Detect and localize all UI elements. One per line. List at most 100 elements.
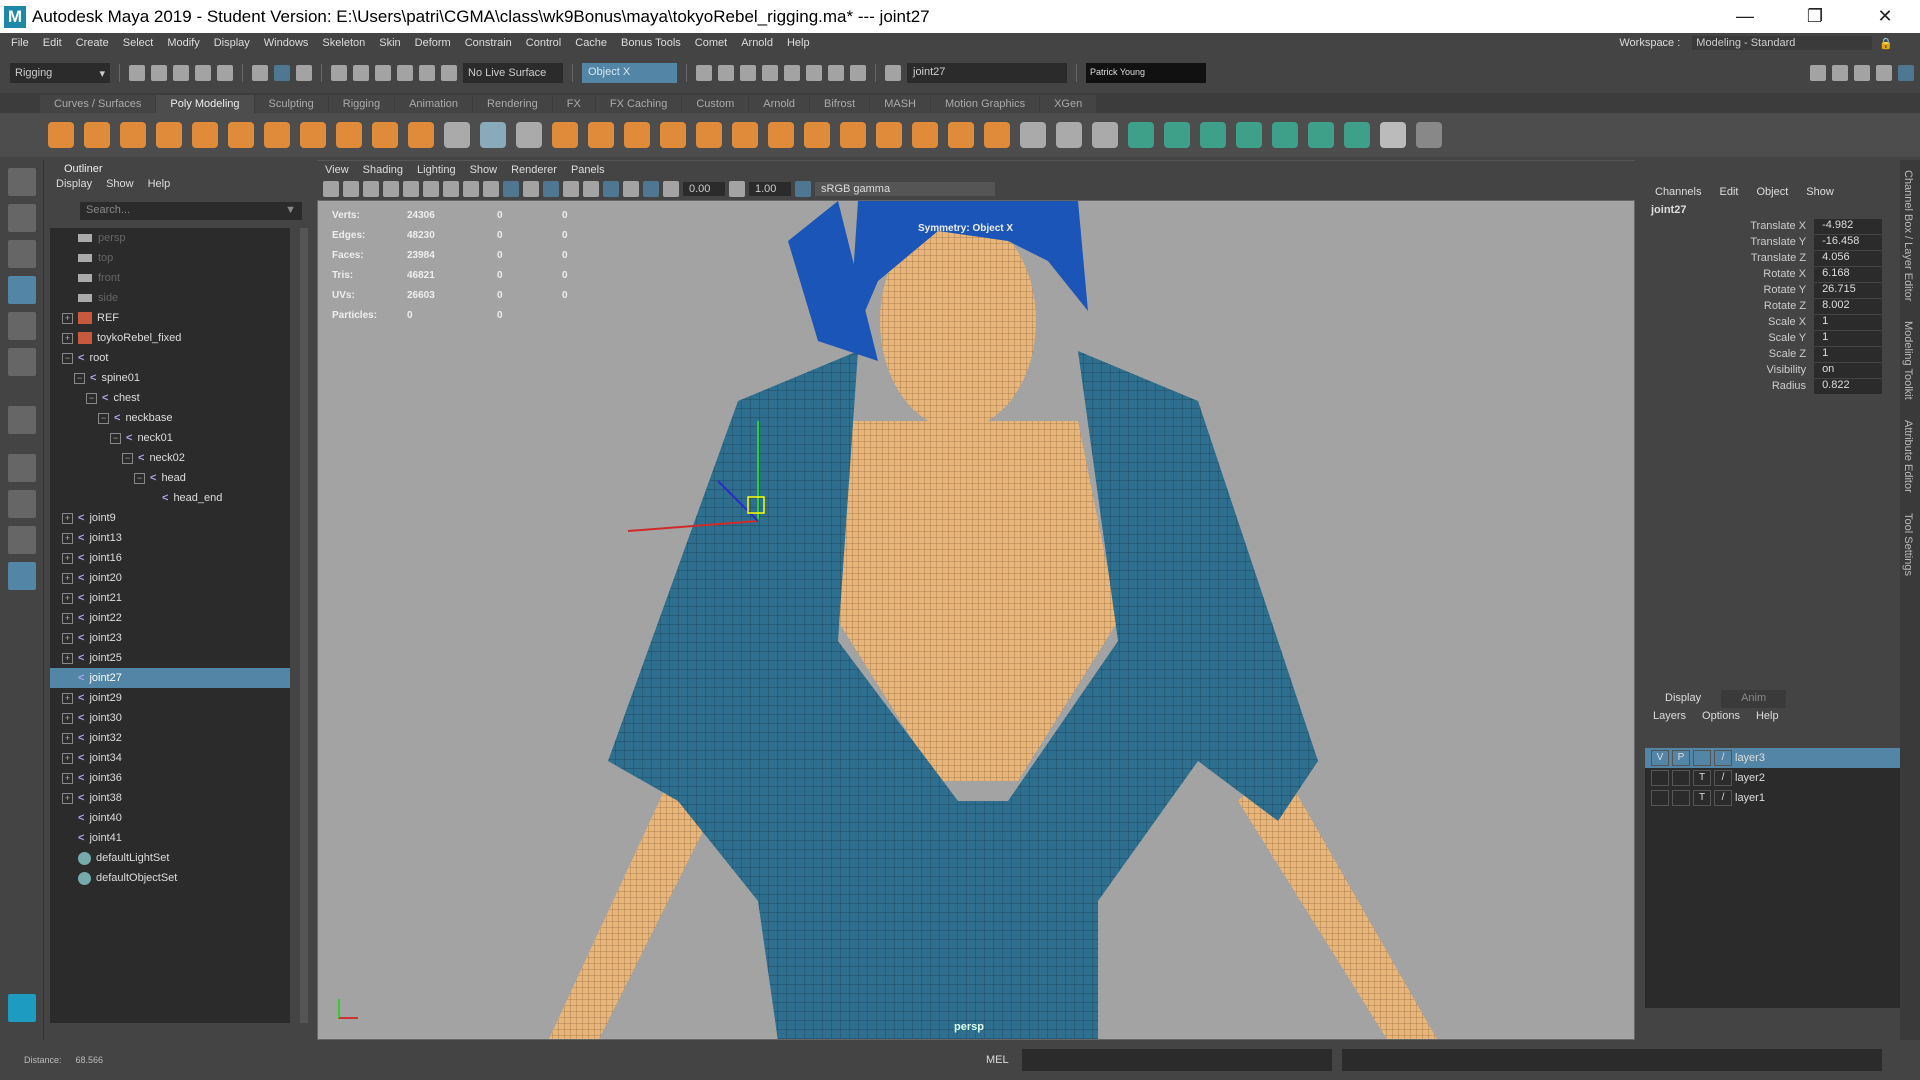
menu-bonus-tools[interactable]: Bonus Tools <box>621 37 681 49</box>
workspace-dropdown[interactable]: Modeling - Standard <box>1692 36 1873 50</box>
outliner-layout-icon[interactable] <box>7 562 36 590</box>
outliner-item[interactable]: + < joint22 <box>50 608 290 628</box>
channel-label[interactable]: Translate Y <box>1645 236 1814 248</box>
edge-loop-icon[interactable] <box>1020 122 1046 148</box>
expand-icon[interactable]: + <box>62 732 73 744</box>
paint-select-tool-icon[interactable] <box>7 240 36 268</box>
outliner-item[interactable]: < joint27 <box>50 668 290 688</box>
display-type-toggle[interactable] <box>1693 750 1711 766</box>
poly-sphere-icon[interactable] <box>48 122 74 148</box>
outliner-item[interactable]: + toykoRebel_fixed <box>50 328 290 348</box>
svg-icon[interactable] <box>408 122 434 148</box>
viewport-menu-shading[interactable]: Shading <box>363 164 403 176</box>
menuset-dropdown[interactable]: Rigging ▾ <box>10 63 110 83</box>
view-transform-dropdown[interactable]: sRGB gamma <box>815 182 995 196</box>
expand-icon[interactable]: + <box>62 792 73 804</box>
collapse-icon[interactable]: − <box>98 412 109 424</box>
default-material-icon[interactable] <box>523 181 539 197</box>
collapse-icon[interactable]: − <box>62 352 73 364</box>
channel-menu-object[interactable]: Object <box>1756 186 1788 198</box>
display-type-toggle[interactable]: T <box>1693 790 1711 806</box>
expand-icon[interactable]: + <box>62 312 73 324</box>
outliner-item[interactable]: + < joint36 <box>50 768 290 788</box>
outliner-item[interactable]: + < joint21 <box>50 588 290 608</box>
outliner-item[interactable]: + < joint32 <box>50 728 290 748</box>
shelf-tab-curves[interactable]: Curves / Surfaces <box>40 95 156 113</box>
textured-icon[interactable] <box>563 181 579 197</box>
shelf-tab-rendering[interactable]: Rendering <box>473 95 552 113</box>
wireframe-on-shaded-icon[interactable] <box>543 181 559 197</box>
expand-icon[interactable]: + <box>62 752 73 764</box>
collapse-icon[interactable]: − <box>110 432 121 444</box>
two-view-layout-icon[interactable] <box>7 526 36 554</box>
xray-joints-icon[interactable] <box>623 181 639 197</box>
channel-label[interactable]: Translate Z <box>1645 252 1814 264</box>
cylindrical-uv-icon[interactable] <box>1164 122 1190 148</box>
lock-icon[interactable]: 🔒 <box>1879 37 1893 50</box>
modeling-toolkit-icon[interactable] <box>1810 65 1826 81</box>
channel-value-field[interactable]: 8.002 <box>1814 298 1882 314</box>
menu-comet[interactable]: Comet <box>695 37 727 49</box>
attribute-editor-icon[interactable] <box>1854 65 1870 81</box>
channel-value-field[interactable]: 26.715 <box>1814 282 1882 298</box>
smooth-icon[interactable] <box>660 122 686 148</box>
insert-loop-icon[interactable] <box>1056 122 1082 148</box>
channel-label[interactable]: Rotate X <box>1645 268 1814 280</box>
use-lights-icon[interactable] <box>583 181 599 197</box>
expand-icon[interactable]: + <box>62 772 73 784</box>
collapse-icon[interactable]: − <box>86 392 97 404</box>
scale-tool-icon[interactable] <box>7 348 36 376</box>
save-scene-icon[interactable] <box>173 65 189 81</box>
outliner-item[interactable]: + < joint23 <box>50 628 290 648</box>
outliner-item[interactable]: side <box>50 288 290 308</box>
expand-icon[interactable]: + <box>62 532 73 544</box>
mel-label[interactable]: MEL <box>986 1054 1009 1066</box>
layer-menu-options[interactable]: Options <box>1702 710 1740 722</box>
select-object-icon[interactable] <box>274 65 290 81</box>
menu-help[interactable]: Help <box>787 37 810 49</box>
menu-display[interactable]: Display <box>214 37 250 49</box>
safe-action-icon[interactable] <box>463 181 479 197</box>
poly-plane-icon[interactable] <box>228 122 254 148</box>
gamma-field[interactable]: 1.00 <box>749 182 791 196</box>
snap-view-plane-icon[interactable] <box>419 65 435 81</box>
poly-cylinder-icon[interactable] <box>120 122 146 148</box>
append-polygon-icon[interactable] <box>840 122 866 148</box>
camera-select-icon[interactable] <box>323 181 339 197</box>
channel-value-field[interactable]: -16.458 <box>1814 234 1882 250</box>
poly-cone-icon[interactable] <box>156 122 182 148</box>
four-view-layout-icon[interactable] <box>7 490 36 518</box>
render-frame-icon[interactable] <box>696 65 712 81</box>
image-plane-icon[interactable] <box>383 181 399 197</box>
wireframe-icon[interactable] <box>483 181 499 197</box>
viewport-menu-show[interactable]: Show <box>470 164 498 176</box>
multi-cut-icon[interactable] <box>876 122 902 148</box>
super-shape-icon[interactable] <box>336 122 362 148</box>
shelf-tab-custom[interactable]: Custom <box>682 95 749 113</box>
render-settings-icon[interactable] <box>762 65 778 81</box>
shelf-tab-fx-caching[interactable]: FX Caching <box>595 95 682 113</box>
outliner-item[interactable]: top <box>50 248 290 268</box>
user-account-button[interactable]: Patrick Young <box>1086 63 1206 83</box>
viewport-menu-view[interactable]: View <box>325 164 349 176</box>
channel-label[interactable]: Visibility <box>1645 364 1814 376</box>
outliner-item[interactable]: + < joint13 <box>50 528 290 548</box>
side-tab-attribute-editor[interactable]: Attribute Editor <box>1900 410 1916 503</box>
layer-row[interactable]: T / layer2 <box>1645 768 1900 788</box>
menu-deform[interactable]: Deform <box>415 37 451 49</box>
snap-point-icon[interactable] <box>375 65 391 81</box>
layer-color-swatch[interactable]: / <box>1714 750 1732 766</box>
menu-edit[interactable]: Edit <box>43 37 62 49</box>
collapse-icon[interactable]: − <box>74 372 85 384</box>
poly-disc-icon[interactable] <box>264 122 290 148</box>
film-gate-icon[interactable] <box>423 181 439 197</box>
mirror-icon[interactable] <box>624 122 650 148</box>
layer-row[interactable]: T / layer1 <box>1645 788 1900 808</box>
platonic-solid-icon[interactable] <box>300 122 326 148</box>
shelf-tab-animation[interactable]: Animation <box>395 95 473 113</box>
channel-menu-edit[interactable]: Edit <box>1719 186 1738 198</box>
channel-value-field[interactable]: 4.056 <box>1814 250 1882 266</box>
ipr-render-icon[interactable] <box>740 65 756 81</box>
shelf-tab-bifrost[interactable]: Bifrost <box>810 95 870 113</box>
minimize-button[interactable]: — <box>1710 6 1780 27</box>
